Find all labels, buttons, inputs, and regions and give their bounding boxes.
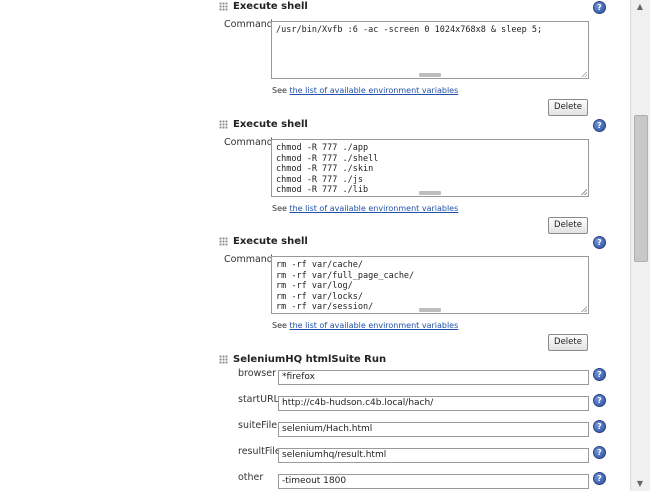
resize-grip[interactable]	[419, 191, 441, 195]
vertical-scrollbar[interactable]: ▲ ▼	[630, 0, 650, 491]
resize-grip[interactable]	[419, 73, 441, 77]
starturl-input[interactable]: http://c4b-hudson.c4b.local/hach/	[278, 396, 589, 411]
resultfile-input[interactable]: seleniumhq/result.html	[278, 448, 589, 463]
delete-button[interactable]: Delete	[548, 217, 588, 234]
env-vars-link[interactable]: the list of available environment variab…	[289, 204, 458, 213]
command-text: /usr/bin/Xvfb :6 -ac -screen 0 1024x768x…	[276, 25, 543, 35]
help-icon[interactable]: ?	[593, 472, 606, 485]
command-text: chmod -R 777 ./app chmod -R 777 ./shell …	[276, 143, 379, 196]
help-icon[interactable]: ?	[593, 368, 606, 381]
help-icon[interactable]: ?	[593, 446, 606, 459]
build-steps-panel: Execute shell ? Command /usr/bin/Xvfb :6…	[205, 0, 630, 491]
see-prefix: See	[272, 86, 287, 95]
suitefile-input[interactable]: selenium/Hach.html	[278, 422, 589, 437]
drag-handle-icon[interactable]	[219, 120, 228, 129]
resultfile-label: resultFile	[238, 446, 281, 457]
drag-handle-icon[interactable]	[219, 355, 228, 364]
see-prefix: See	[272, 321, 287, 330]
command-textarea[interactable]: /usr/bin/Xvfb :6 -ac -screen 0 1024x768x…	[271, 21, 589, 79]
resize-grip[interactable]	[419, 308, 441, 312]
help-icon[interactable]: ?	[593, 236, 606, 249]
scroll-down-icon[interactable]: ▼	[634, 479, 646, 489]
env-vars-hint: See the list of available environment va…	[272, 204, 458, 213]
env-vars-hint: See the list of available environment va…	[272, 86, 458, 95]
env-vars-link[interactable]: the list of available environment variab…	[289, 86, 458, 95]
scroll-up-icon[interactable]: ▲	[634, 2, 646, 12]
help-icon[interactable]: ?	[593, 420, 606, 433]
env-vars-link[interactable]: the list of available environment variab…	[289, 321, 458, 330]
command-textarea[interactable]: rm -rf var/cache/ rm -rf var/full_page_c…	[271, 256, 589, 314]
see-prefix: See	[272, 204, 287, 213]
section-title: Execute shell	[233, 236, 308, 247]
browser-input[interactable]: *firefox	[278, 370, 589, 385]
other-label: other	[238, 472, 264, 483]
env-vars-hint: See the list of available environment va…	[272, 321, 458, 330]
resize-corner-icon[interactable]	[581, 306, 587, 312]
help-icon[interactable]: ?	[593, 119, 606, 132]
command-label: Command	[224, 254, 273, 265]
section-title: SeleniumHQ htmlSuite Run	[233, 354, 387, 365]
drag-handle-icon[interactable]	[219, 2, 228, 11]
command-textarea[interactable]: chmod -R 777 ./app chmod -R 777 ./shell …	[271, 139, 589, 197]
scroll-thumb[interactable]	[634, 115, 648, 262]
browser-label: browser	[238, 368, 277, 379]
resize-corner-icon[interactable]	[581, 189, 587, 195]
delete-button[interactable]: Delete	[548, 334, 588, 351]
delete-button[interactable]: Delete	[548, 99, 588, 116]
command-label: Command	[224, 137, 273, 148]
starturl-label: startURL	[238, 394, 279, 405]
resize-corner-icon[interactable]	[581, 71, 587, 77]
help-icon[interactable]: ?	[593, 1, 606, 14]
section-title: Execute shell	[233, 119, 308, 130]
left-panel	[0, 0, 205, 491]
drag-handle-icon[interactable]	[219, 237, 228, 246]
help-icon[interactable]: ?	[593, 394, 606, 407]
other-input[interactable]: -timeout 1800	[278, 474, 589, 489]
section-title: Execute shell	[233, 1, 308, 12]
command-text: rm -rf var/cache/ rm -rf var/full_page_c…	[276, 260, 415, 313]
suitefile-label: suiteFile	[238, 420, 278, 431]
command-label: Command	[224, 19, 273, 30]
